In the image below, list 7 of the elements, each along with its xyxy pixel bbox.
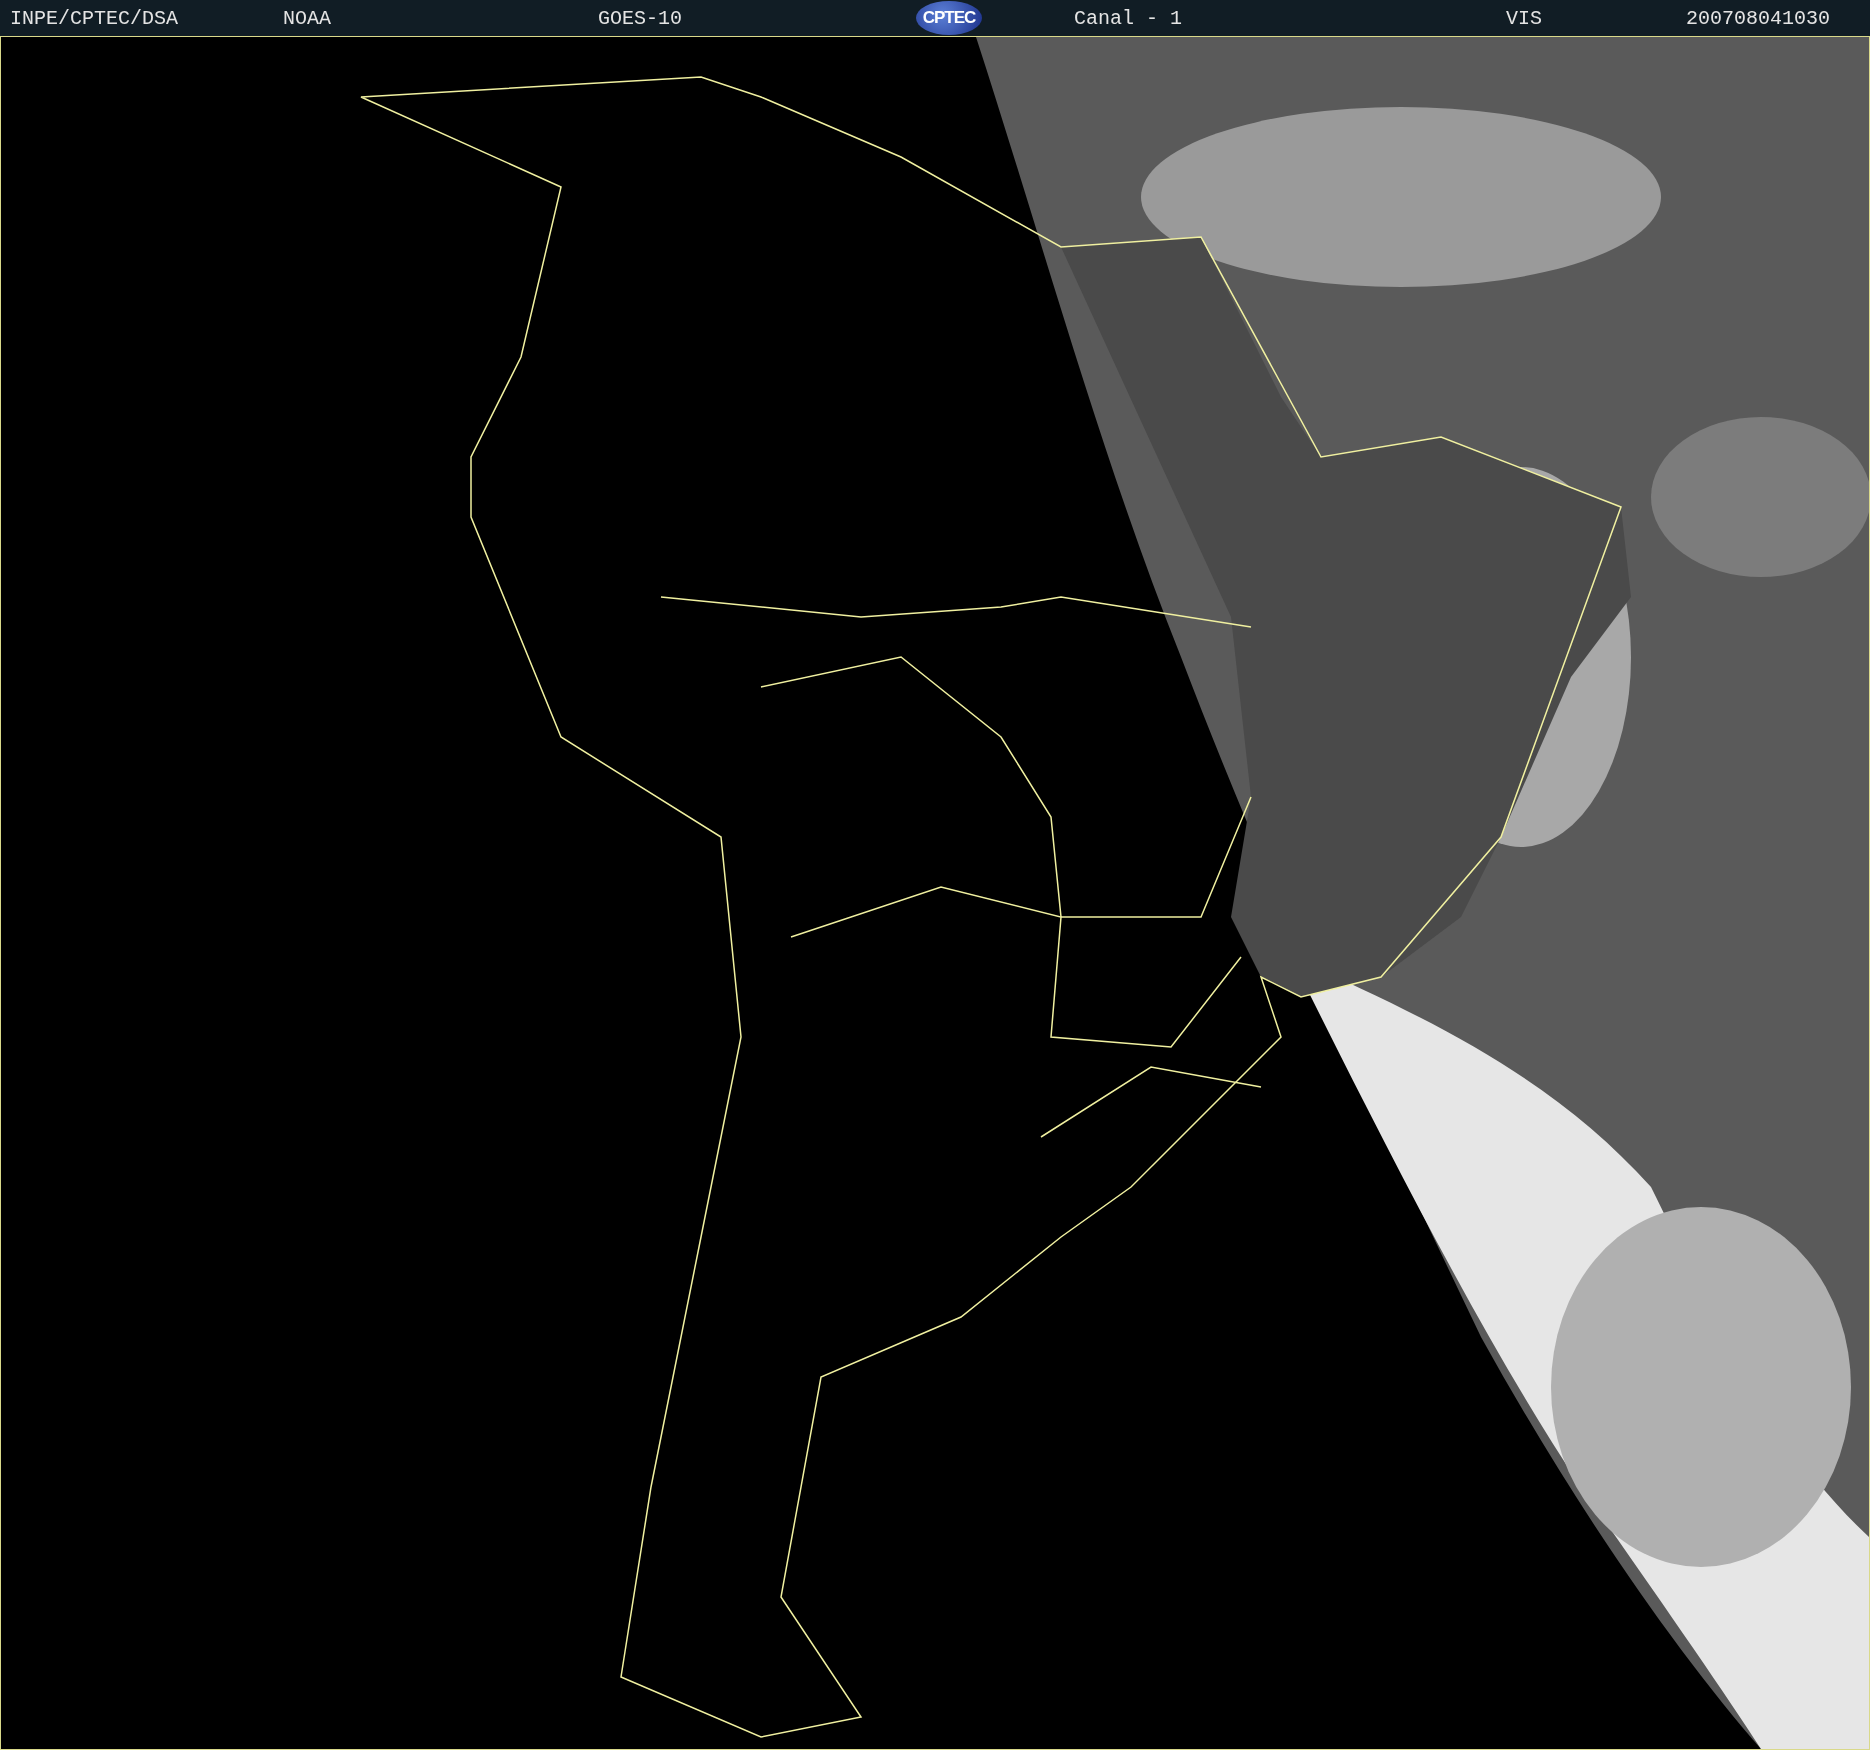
- satellite-label: GOES-10: [598, 6, 683, 30]
- band-label: VIS: [1506, 6, 1543, 30]
- agency-label: NOAA: [283, 6, 332, 30]
- source-label: INPE/CPTEC/DSA: [10, 6, 180, 30]
- channel-label: Canal - 1: [1074, 6, 1184, 30]
- timestamp-label: 200708041030: [1686, 6, 1831, 30]
- logo: CPTEC: [916, 1, 982, 35]
